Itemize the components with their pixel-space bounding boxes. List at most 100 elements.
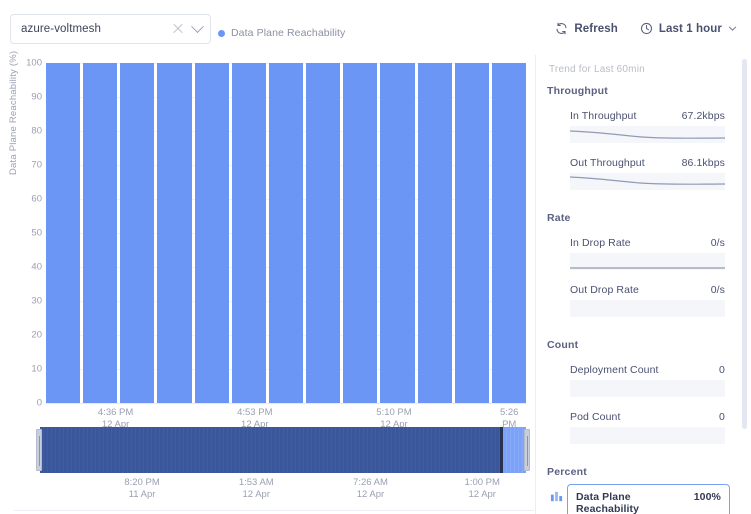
y-axis: 0102030405060708090100 [18, 63, 42, 403]
chart-bar[interactable] [306, 63, 340, 403]
metric-sparkline [570, 253, 725, 270]
chart-bar[interactable] [380, 63, 414, 403]
chart-bar[interactable] [418, 63, 452, 403]
y-axis-tick: 100 [18, 58, 42, 69]
sidebar-group-title: Rate [547, 212, 571, 224]
navigator-baseline [14, 510, 534, 511]
chart-bar[interactable] [455, 63, 489, 403]
time-range-navigator[interactable] [40, 427, 526, 473]
chart-bar[interactable] [195, 63, 229, 403]
refresh-icon [555, 22, 568, 35]
y-axis-tick: 30 [18, 296, 42, 307]
metric-name: In Throughput [570, 110, 637, 122]
sidebar-group-title: Throughput [547, 85, 608, 97]
y-axis-tick: 60 [18, 194, 42, 205]
metric-card-selected[interactable]: Data Plane Reachability100% [567, 484, 730, 514]
metric-value: 0 [719, 411, 725, 423]
site-select[interactable]: azure-voltmesh [10, 14, 211, 44]
sidebar-group-title: Count [547, 339, 578, 351]
chart-bar[interactable] [83, 63, 117, 403]
y-axis-tick: 50 [18, 228, 42, 239]
chart-bar[interactable] [120, 63, 154, 403]
metric-card[interactable]: Out Throughput 86.1kbps [570, 157, 725, 190]
bar-chart-icon [550, 490, 563, 503]
legend-color-dot [218, 30, 225, 37]
header-controls: Refresh Last 1 hour [555, 22, 737, 35]
sidebar-group-title: Percent [547, 466, 587, 478]
metric-card[interactable]: In Throughput 67.2kbps [570, 110, 725, 143]
metric-sparkline [570, 300, 725, 317]
metric-row: In Drop Rate 0/s [570, 237, 725, 249]
metric-name: In Drop Rate [570, 237, 631, 249]
y-axis-tick: 40 [18, 262, 42, 273]
navigator-mask [40, 427, 503, 473]
chart-bar[interactable] [269, 63, 303, 403]
navigator-axis-labels: 8:20 PM11 Apr 1:53 AM12 Apr 7:26 AM12 Apr 1… [40, 477, 526, 505]
bar-series [46, 63, 526, 403]
metric-row: Deployment Count 0 [570, 364, 725, 376]
site-select-value: azure-voltmesh [21, 23, 171, 35]
y-axis-tick: 20 [18, 330, 42, 341]
metric-value: 0/s [711, 237, 725, 249]
metric-value: 100% [694, 491, 721, 503]
chevron-down-icon[interactable] [191, 20, 204, 33]
metric-card[interactable]: In Drop Rate 0/s [570, 237, 725, 270]
navigator-selection-window[interactable] [503, 427, 526, 473]
metric-name: Out Drop Rate [570, 284, 639, 296]
metric-sparkline [570, 126, 725, 143]
navigator-handle-right[interactable] [524, 429, 530, 471]
legend-label: Data Plane Reachability [231, 27, 345, 39]
time-range-label: Last 1 hour [659, 23, 722, 35]
plot-area [46, 63, 526, 403]
header-bar: azure-voltmesh Data Plane Reachability R… [0, 0, 751, 55]
metric-name: Pod Count [570, 411, 621, 423]
metric-row: Data Plane Reachability100% [576, 491, 721, 514]
metric-card[interactable]: Pod Count 0 [570, 411, 725, 444]
metric-value: 0 [719, 364, 725, 376]
navigator-left-divider [500, 427, 503, 473]
metrics-sidebar: Trend for Last 60min Throughput In Throug… [536, 55, 751, 514]
clock-icon [640, 22, 653, 35]
metrics-dashboard: azure-voltmesh Data Plane Reachability R… [0, 0, 751, 514]
x-axis-line [46, 403, 526, 404]
metric-card[interactable]: Out Drop Rate0/s [570, 284, 725, 317]
chart-bar[interactable] [232, 63, 266, 403]
refresh-button[interactable]: Refresh [555, 22, 618, 35]
navigator-tick: 1:53 AM12 Apr [239, 477, 274, 501]
trend-title: Trend for Last 60min [549, 64, 645, 75]
y-axis-tick: 80 [18, 126, 42, 137]
metric-row: Pod Count 0 [570, 411, 725, 423]
y-axis-tick: 70 [18, 160, 42, 171]
metric-name: Out Throughput [570, 157, 645, 169]
metric-value: 67.2kbps [682, 110, 725, 122]
metric-sparkline [570, 173, 725, 190]
navigator-handle-left[interactable] [36, 429, 42, 471]
close-icon[interactable] [171, 22, 185, 36]
sidebar-scrollbar[interactable] [742, 59, 747, 429]
metric-row: Out Throughput 86.1kbps [570, 157, 725, 169]
chart-bar[interactable] [46, 63, 80, 403]
y-axis-tick: 0 [18, 398, 42, 409]
chevron-down-icon [728, 24, 737, 33]
metric-value: 86.1kbps [682, 157, 725, 169]
chart-bar[interactable] [343, 63, 377, 403]
metric-name: Data Plane Reachability [576, 491, 694, 514]
metric-card[interactable]: Deployment Count 0 [570, 364, 725, 397]
metric-name: Deployment Count [570, 364, 659, 376]
main-chart: Data Plane Reachability (%) 010203040506… [0, 55, 535, 514]
refresh-label: Refresh [574, 23, 618, 35]
y-axis-tick: 90 [18, 92, 42, 103]
navigator-tick: 7:26 AM12 Apr [353, 477, 388, 501]
metric-sparkline [570, 427, 725, 444]
navigator-tick: 1:00 PM12 Apr [465, 477, 500, 501]
chart-bar[interactable] [157, 63, 191, 403]
navigator-track[interactable] [40, 427, 526, 473]
y-axis-tick: 10 [18, 364, 42, 375]
metric-row: In Throughput 67.2kbps [570, 110, 725, 122]
navigator-tick: 8:20 PM11 Apr [124, 477, 159, 501]
chart-legend[interactable]: Data Plane Reachability [218, 27, 345, 39]
metric-sparkline [570, 380, 725, 397]
chart-bar[interactable] [492, 63, 526, 403]
metric-row: Out Drop Rate0/s [570, 284, 725, 296]
time-range-button[interactable]: Last 1 hour [640, 22, 737, 35]
